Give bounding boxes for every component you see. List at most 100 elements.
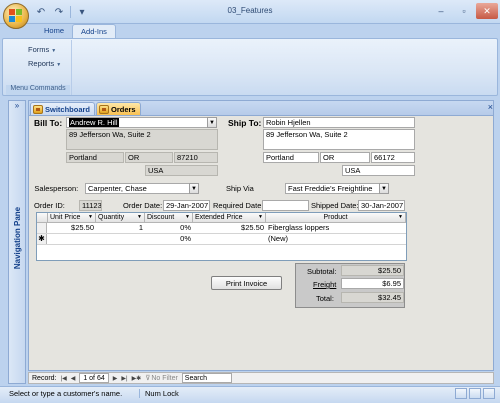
ship-to-label: Ship To: [228, 118, 262, 128]
cell-product[interactable]: (New) [266, 234, 406, 244]
funnel-icon: ⊽ [145, 375, 151, 382]
grid-line [37, 244, 406, 245]
bill-to-name: Andrew R. Hill [69, 118, 119, 127]
tab-home[interactable]: Home [36, 24, 72, 38]
minimize-icon[interactable]: – [430, 3, 452, 19]
required-date-field[interactable] [262, 200, 309, 211]
chevron-down-icon: ▼ [88, 214, 93, 220]
tab-switchboard[interactable]: Switchboard [30, 102, 96, 115]
new-record-icon[interactable]: ✱ [37, 234, 47, 244]
window-controls: – ▫ ✕ [430, 3, 498, 19]
column-header-label: Quantity [98, 214, 125, 221]
ship-via-label: Ship Via [226, 184, 254, 193]
salesperson-combo[interactable]: Carpenter, Chase [85, 183, 190, 194]
order-date-field[interactable]: 29-Jan-2007 [163, 200, 210, 211]
new-record-nav-icon[interactable]: ▶✱ [132, 375, 142, 382]
column-header-product[interactable]: Product ▼ [266, 213, 406, 223]
column-header-quantity[interactable]: Quantity ▼ [96, 213, 145, 223]
salesperson-label-text: Salesperson: [34, 184, 79, 193]
chevron-down-icon[interactable]: ▼ [189, 183, 199, 194]
ribbon-body [2, 38, 498, 96]
form-icon [99, 105, 109, 114]
office-button[interactable] [3, 3, 29, 29]
shipped-date-field[interactable]: 30-Jan-2007 [358, 200, 405, 211]
total-value: $32.45 [341, 292, 404, 303]
select-all-corner[interactable] [37, 213, 48, 223]
layout-view-icon[interactable] [483, 388, 495, 399]
chevron-down-icon: ▼ [398, 214, 403, 220]
ship-to-name[interactable]: Robin Hjellen [263, 117, 415, 128]
close-icon[interactable]: ✕ [476, 3, 498, 19]
row-selector[interactable] [37, 223, 47, 233]
filter-toggle[interactable]: ⊽ No Filter [145, 374, 178, 383]
tab-add-ins[interactable]: Add-Ins [72, 24, 116, 38]
chevron-down-icon: ▼ [56, 62, 62, 68]
bill-to-label: Bill To: [34, 118, 63, 128]
record-navigator: Record: |◀ ◀ 1 of 64 ▶ ▶| ▶✱ ⊽ No Filter… [28, 372, 494, 384]
cell-extended-price: $25.50 [241, 223, 264, 232]
order-date-label: Order Date: [123, 201, 163, 210]
close-document-icon[interactable]: × [488, 102, 493, 112]
bill-to-address: 89 Jefferson Wa, Suite 2 [66, 129, 218, 150]
cell-discount[interactable]: 0% [145, 223, 193, 233]
forms-menu-button[interactable]: Forms ▼ [28, 45, 56, 54]
cell-quantity[interactable] [96, 234, 145, 244]
next-record-icon[interactable]: ▶ [113, 375, 118, 382]
search-input[interactable]: Search [181, 373, 232, 383]
cell-discount[interactable]: 0% [145, 234, 193, 244]
last-record-icon[interactable]: ▶| [121, 375, 127, 382]
chevron-down-icon: ▼ [137, 214, 142, 220]
record-label: Record: [32, 374, 57, 382]
cell-unit-price[interactable]: $25.50 [48, 223, 96, 233]
tab-orders[interactable]: Orders [96, 102, 141, 115]
form-view-icon[interactable] [455, 388, 467, 399]
reports-menu-button[interactable]: Reports ▼ [28, 59, 61, 68]
chevron-down-icon: ▼ [258, 214, 263, 220]
ship-via-combo[interactable]: Fast Freddie's Freightline [285, 183, 380, 194]
column-header-label: Discount [147, 214, 175, 221]
ship-to-state[interactable]: OR [320, 152, 370, 163]
ship-to-country[interactable]: USA [342, 165, 415, 176]
expand-nav-pane-icon[interactable]: » [9, 101, 25, 113]
cell-quantity[interactable]: 1 [96, 223, 145, 233]
column-header-extended-price[interactable]: Extended Price ▼ [193, 213, 266, 223]
window-title: 03_Features [227, 6, 273, 15]
total-label: Total: [316, 294, 334, 303]
bill-to-name-combo[interactable]: Andrew R. Hill [66, 117, 208, 128]
navigation-pane-label: Navigation Pane [13, 206, 22, 270]
first-record-icon[interactable]: |◀ [61, 375, 67, 382]
bill-to-city: Portland [66, 152, 124, 163]
freight-label: Freight [313, 280, 337, 289]
order-id-value: 11123 [79, 200, 102, 211]
ship-to-city[interactable]: Portland [263, 152, 319, 163]
column-header-discount[interactable]: Discount ▼ [145, 213, 193, 223]
ribbon-tabs: Home Add-Ins [36, 24, 116, 38]
maximize-icon[interactable]: ▫ [453, 3, 475, 19]
column-header-label: Extended Price [195, 214, 243, 221]
order-id-label: Order ID: [34, 201, 65, 210]
filter-label: No Filter [151, 374, 178, 382]
chevron-down-icon[interactable]: ▼ [207, 117, 217, 128]
record-position-field[interactable]: 1 of 64 [79, 373, 109, 383]
column-header-unit-price[interactable]: Unit Price ▼ [48, 213, 96, 223]
freight-field[interactable]: $6.95 [341, 278, 404, 289]
salesperson-label: SSalesperson: [34, 184, 79, 193]
num-lock-indicator: Num Lock [139, 389, 179, 398]
print-invoice-button[interactable]: Print Invoice [211, 276, 282, 290]
chevron-down-icon[interactable]: ▼ [379, 183, 389, 194]
datasheet-view-icon[interactable] [469, 388, 481, 399]
reports-label: Reports [28, 59, 55, 68]
office-logo-icon [9, 9, 23, 23]
cell-unit-price[interactable] [48, 234, 96, 244]
bill-to-country: USA [145, 165, 218, 176]
ship-to-address[interactable]: 89 Jefferson Wa, Suite 2 [263, 129, 415, 150]
cell-extended-price [193, 234, 266, 244]
shipped-date-label: Shipped Date: [311, 201, 359, 210]
subtotal-label: Subtotal: [307, 267, 337, 276]
previous-record-icon[interactable]: ◀ [71, 375, 76, 382]
column-header-label: Unit Price [50, 214, 81, 221]
chevron-down-icon: ▼ [51, 48, 57, 54]
cell-product[interactable]: Fiberglass loppers [266, 223, 406, 233]
tab-orders-label: Orders [111, 105, 136, 114]
ship-to-zip[interactable]: 66172 [371, 152, 415, 163]
